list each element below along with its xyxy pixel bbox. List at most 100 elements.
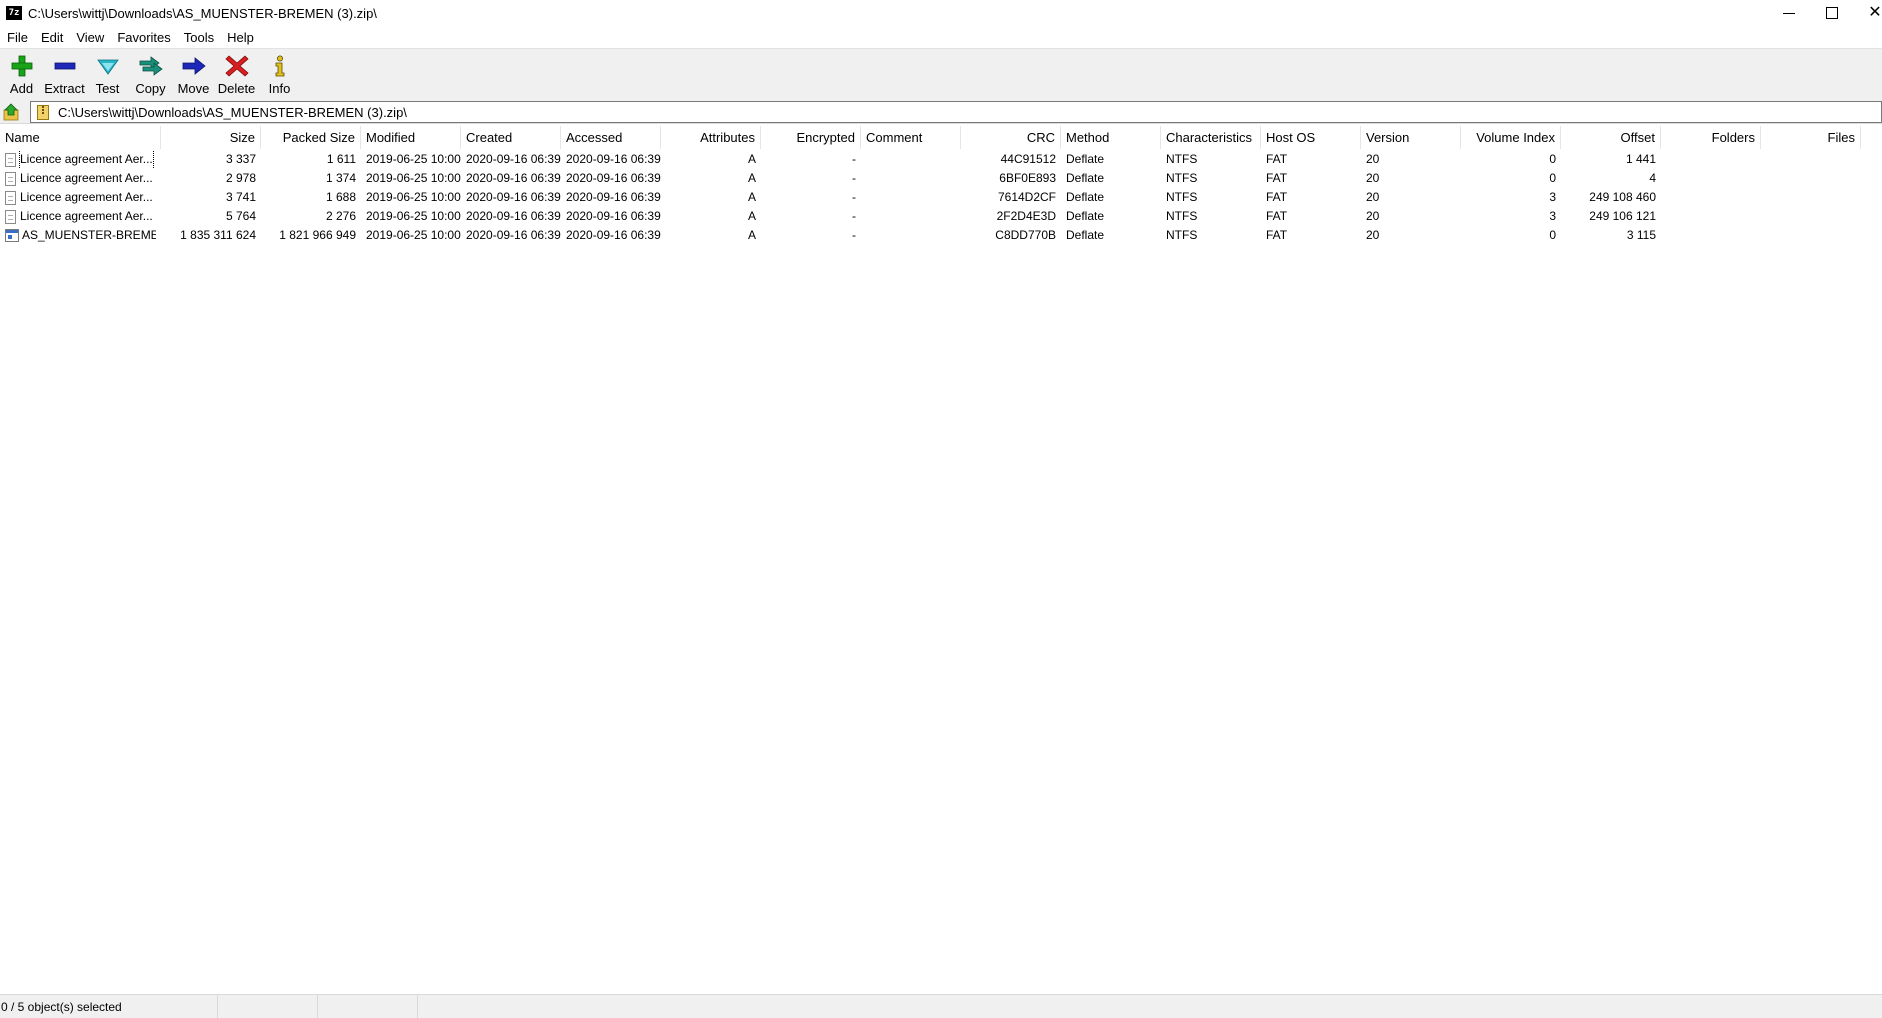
window-title: C:\Users\wittj\Downloads\AS_MUENSTER-BRE… — [28, 5, 377, 21]
column-header-offset[interactable]: Offset — [1561, 126, 1661, 149]
cell-comment — [861, 226, 961, 245]
status-bar: 0 / 5 object(s) selected — [0, 994, 1882, 1018]
cell-offset: 3 115 — [1626, 228, 1656, 242]
cell-volume-index: 0 — [1549, 171, 1556, 185]
cell-offset: 249 108 460 — [1589, 190, 1656, 204]
cell-accessed: 2020-09-16 06:39 — [566, 228, 661, 242]
column-header-comment[interactable]: Comment — [861, 126, 961, 149]
menu-tools[interactable]: Tools — [177, 30, 220, 45]
address-path: C:\Users\wittj\Downloads\AS_MUENSTER-BRE… — [58, 104, 407, 120]
plus-icon — [11, 55, 32, 77]
test-button[interactable]: Test — [86, 49, 129, 99]
cell-host-os: FAT — [1266, 171, 1288, 185]
cell-accessed: 2020-09-16 06:39 — [566, 152, 661, 166]
cell-version: 20 — [1366, 228, 1380, 242]
close-button[interactable]: ✕ — [1854, 0, 1882, 26]
column-header-version[interactable]: Version — [1361, 126, 1461, 149]
column-header-crc[interactable]: CRC — [961, 126, 1061, 149]
cell-encrypted: - — [852, 228, 856, 242]
cell-host-os: FAT — [1266, 190, 1288, 204]
app-file-icon — [5, 229, 19, 242]
column-header-modified[interactable]: Modified — [361, 126, 461, 149]
column-header-packed-size[interactable]: Packed Size — [261, 126, 361, 149]
up-folder-button[interactable] — [2, 102, 22, 122]
cell-method: Deflate — [1066, 152, 1105, 166]
cell-volume-index: 3 — [1549, 190, 1556, 204]
minus-icon — [54, 62, 75, 70]
address-input[interactable]: C:\Users\wittj\Downloads\AS_MUENSTER-BRE… — [30, 101, 1882, 123]
maximize-icon — [1826, 7, 1838, 19]
delete-button[interactable]: Delete — [215, 49, 258, 99]
column-header-files[interactable]: Files — [1761, 126, 1861, 149]
app-logo-icon: 7z — [6, 6, 22, 20]
cell-crc: 2F2D4E3D — [996, 209, 1056, 223]
text-file-icon — [5, 171, 16, 186]
table-row[interactable]: Licence agreement Aer... 2 978 1 374 201… — [0, 169, 1882, 188]
delete-x-icon — [224, 55, 249, 77]
cell-characteristics: NTFS — [1166, 190, 1198, 204]
column-header-characteristics[interactable]: Characteristics — [1161, 126, 1261, 149]
menu-edit[interactable]: Edit — [34, 30, 69, 45]
menu-file[interactable]: File — [0, 30, 34, 45]
text-file-icon — [5, 190, 16, 205]
cell-packed-size: 1 611 — [326, 152, 356, 166]
table-row[interactable]: Licence agreement Aer... 3 337 1 611 201… — [0, 150, 1882, 169]
cell-method: Deflate — [1066, 190, 1105, 204]
cell-characteristics: NTFS — [1166, 209, 1198, 223]
cell-version: 20 — [1366, 209, 1380, 223]
move-button[interactable]: Move — [172, 49, 215, 99]
column-header-host-os[interactable]: Host OS — [1261, 126, 1361, 149]
cell-created: 2020-09-16 06:39 — [466, 228, 561, 242]
info-button[interactable]: Info — [258, 49, 301, 99]
cell-characteristics: NTFS — [1166, 152, 1198, 166]
cell-modified: 2019-06-25 10:00 — [366, 228, 461, 242]
cell-offset: 4 — [1649, 171, 1656, 185]
cell-name: Licence agreement Aer... — [0, 150, 161, 169]
table-row[interactable]: Licence agreement Aer... 5 764 2 276 201… — [0, 207, 1882, 226]
close-icon: ✕ — [1868, 4, 1882, 21]
copy-button[interactable]: Copy — [129, 49, 172, 99]
minimize-button[interactable] — [1768, 0, 1810, 26]
cell-host-os: FAT — [1266, 228, 1288, 242]
cell-accessed: 2020-09-16 06:39 — [566, 209, 661, 223]
column-header-volume-index[interactable]: Volume Index — [1461, 126, 1561, 149]
cell-attributes: A — [747, 209, 756, 223]
cell-comment — [861, 169, 961, 188]
cell-host-os: FAT — [1266, 209, 1288, 223]
column-header-size[interactable]: Size — [161, 126, 261, 149]
cell-created: 2020-09-16 06:39 — [466, 209, 561, 223]
info-icon — [275, 55, 284, 77]
column-header-encrypted[interactable]: Encrypted — [761, 126, 861, 149]
cell-characteristics: NTFS — [1166, 228, 1198, 242]
add-label: Add — [9, 81, 34, 96]
table-row[interactable]: Licence agreement Aer... 3 741 1 688 201… — [0, 188, 1882, 207]
maximize-button[interactable] — [1811, 0, 1853, 26]
menu-help[interactable]: Help — [220, 30, 260, 45]
extract-button[interactable]: Extract — [43, 49, 86, 99]
cell-volume-index: 0 — [1549, 152, 1556, 166]
column-header-name[interactable]: Name — [0, 126, 161, 149]
column-header-method[interactable]: Method — [1061, 126, 1161, 149]
copy-label: Copy — [135, 81, 166, 96]
column-header-attributes[interactable]: Attributes — [661, 126, 761, 149]
column-header-folders[interactable]: Folders — [1661, 126, 1761, 149]
cell-modified: 2019-06-25 10:00 — [366, 152, 461, 166]
add-button[interactable]: Add — [0, 49, 43, 99]
menu-view[interactable]: View — [69, 30, 110, 45]
column-header-accessed[interactable]: Accessed — [561, 126, 661, 149]
column-header-created[interactable]: Created — [461, 126, 561, 149]
move-label: Move — [177, 81, 210, 96]
menu-favorites[interactable]: Favorites — [110, 30, 176, 45]
test-label: Test — [95, 81, 120, 96]
file-name: Licence agreement Aer... — [20, 171, 153, 185]
cell-offset: 1 441 — [1625, 152, 1656, 166]
delete-label: Delete — [217, 81, 256, 96]
cell-method: Deflate — [1066, 228, 1105, 242]
status-segment-2 — [218, 995, 318, 1018]
cell-encrypted: - — [852, 209, 856, 223]
table-row[interactable]: AS_MUENSTER-BREME... 1 835 311 624 1 821… — [0, 226, 1882, 245]
title-bar: 7z C:\Users\wittj\Downloads\AS_MUENSTER-… — [0, 0, 1882, 26]
cell-size: 1 835 311 624 — [180, 228, 256, 242]
text-file-icon — [5, 152, 16, 167]
cell-method: Deflate — [1066, 171, 1105, 185]
